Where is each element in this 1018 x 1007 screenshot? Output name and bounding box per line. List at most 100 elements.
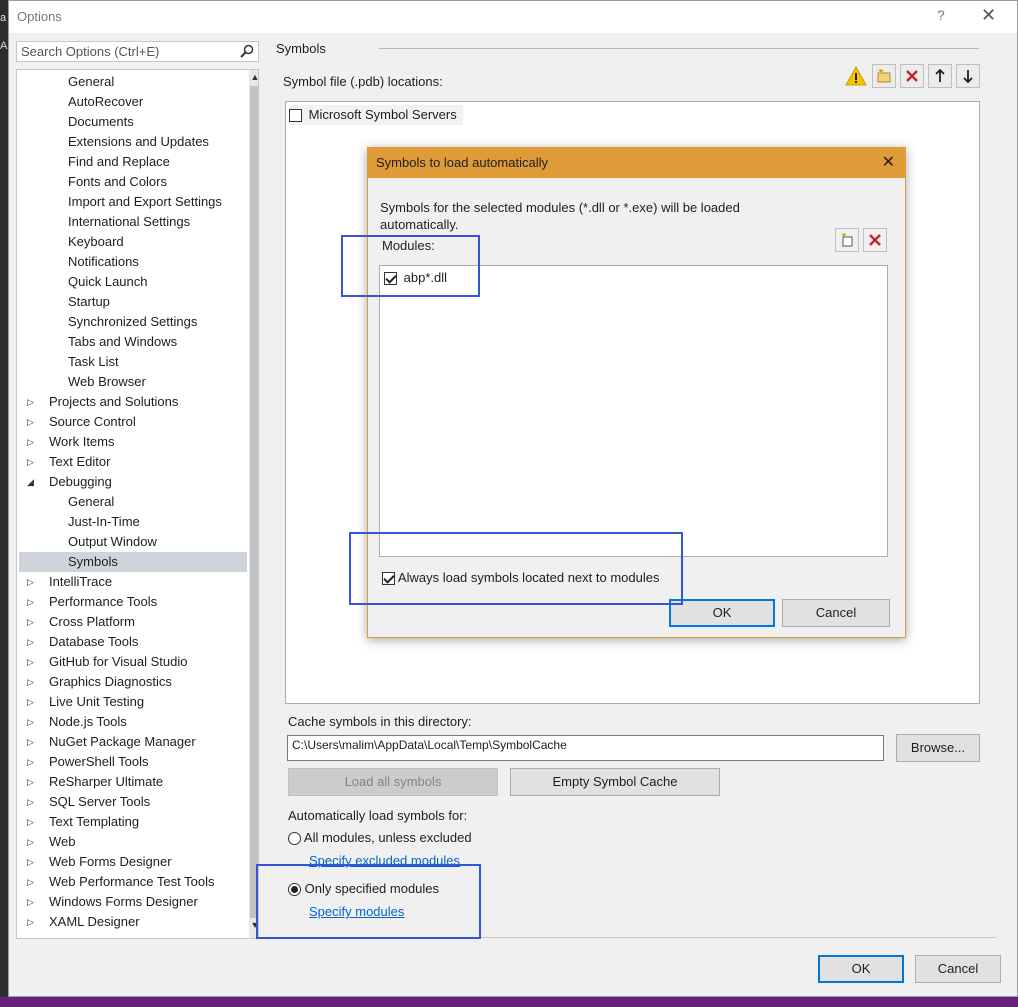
- tree-item[interactable]: Keyboard: [19, 232, 247, 252]
- empty-symbol-cache-button[interactable]: Empty Symbol Cache: [510, 768, 720, 796]
- cache-directory-input[interactable]: C:\Users\malim\AppData\Local\Temp\Symbol…: [287, 735, 884, 761]
- dialog-close-icon[interactable]: ✕: [882, 152, 895, 172]
- tree-item[interactable]: Fonts and Colors: [19, 172, 247, 192]
- ok-button[interactable]: OK: [818, 955, 904, 983]
- tree-item[interactable]: ▷ Performance Tools: [19, 592, 247, 612]
- radio-all-modules-button[interactable]: [288, 832, 301, 846]
- tree-scrollbar[interactable]: ▲ ▼: [249, 70, 258, 938]
- collapsed-arrow-icon[interactable]: ▷: [27, 452, 37, 472]
- tree-item[interactable]: ▷ Web Forms Designer: [19, 852, 247, 872]
- tree-item[interactable]: Notifications: [19, 252, 247, 272]
- tree-item[interactable]: Startup: [19, 292, 247, 312]
- options-tree[interactable]: ▷ XAML Designer ▷ Windows Forms Designer ▷ We…: [16, 69, 259, 939]
- tree-item[interactable]: Output Window: [19, 532, 247, 552]
- tree-item[interactable]: Just-In-Time: [19, 512, 247, 532]
- always-load-option[interactable]: Always load symbols located next to modu…: [382, 570, 659, 586]
- scroll-down-arrow-icon[interactable]: ▼: [249, 920, 258, 936]
- close-button[interactable]: ✕: [981, 5, 996, 26]
- add-module-button[interactable]: [835, 228, 859, 252]
- tree-item[interactable]: ▷ GitHub for Visual Studio: [19, 652, 247, 672]
- tree-item[interactable]: Documents: [19, 112, 247, 132]
- cancel-button[interactable]: Cancel: [915, 955, 1001, 983]
- scrollbar-thumb[interactable]: [250, 86, 258, 918]
- collapsed-arrow-icon[interactable]: ▷: [27, 632, 37, 652]
- collapsed-arrow-icon[interactable]: ▷: [27, 712, 37, 732]
- module-item[interactable]: abp*.dll: [384, 269, 447, 287]
- tree-item[interactable]: ▷ Database Tools: [19, 632, 247, 652]
- tree-item[interactable]: ▷ Windows Forms Designer: [19, 892, 247, 912]
- tree-item[interactable]: ▷ NuGet Package Manager: [19, 732, 247, 752]
- tree-item[interactable]: ▷ Web: [19, 832, 247, 852]
- tree-item[interactable]: Import and Export Settings: [19, 192, 247, 212]
- collapsed-arrow-icon[interactable]: ▷: [27, 912, 37, 932]
- collapsed-arrow-icon[interactable]: ▷: [27, 592, 37, 612]
- tree-item[interactable]: AutoRecover: [19, 92, 247, 112]
- tree-item[interactable]: ▷ Work Items: [19, 432, 247, 452]
- collapsed-arrow-icon[interactable]: ▷: [27, 572, 37, 592]
- tree-item[interactable]: Synchronized Settings: [19, 312, 247, 332]
- collapsed-arrow-icon[interactable]: ▷: [27, 812, 37, 832]
- tree-item[interactable]: ◢ Debugging: [19, 472, 247, 492]
- tree-item[interactable]: ▷ Text Templating: [19, 812, 247, 832]
- tree-item[interactable]: International Settings: [19, 212, 247, 232]
- dialog-ok-button[interactable]: OK: [669, 599, 775, 627]
- modules-list[interactable]: abp*.dll: [379, 265, 888, 557]
- tree-item[interactable]: ▷ XAML Designer: [19, 912, 247, 932]
- tree-item[interactable]: ▷ IntelliTrace: [19, 572, 247, 592]
- tree-item[interactable]: Tabs and Windows: [19, 332, 247, 352]
- collapsed-arrow-icon[interactable]: ▷: [27, 392, 37, 412]
- tree-item[interactable]: Web Browser: [19, 372, 247, 392]
- tree-item[interactable]: ▷ Projects and Solutions: [19, 392, 247, 412]
- specify-excluded-modules-link[interactable]: Specify excluded modules: [309, 853, 460, 868]
- tree-item[interactable]: General: [19, 72, 247, 92]
- tree-item[interactable]: General: [19, 492, 247, 512]
- radio-only-specified[interactable]: Only specified modules: [288, 881, 439, 897]
- collapsed-arrow-icon[interactable]: ▷: [27, 872, 37, 892]
- collapsed-arrow-icon[interactable]: ▷: [27, 672, 37, 692]
- tree-item[interactable]: ▷ Source Control: [19, 412, 247, 432]
- tree-item[interactable]: Quick Launch: [19, 272, 247, 292]
- search-box[interactable]: Search Options (Ctrl+E): [16, 41, 259, 62]
- search-input[interactable]: Search Options (Ctrl+E): [21, 44, 159, 59]
- collapsed-arrow-icon[interactable]: ▷: [27, 792, 37, 812]
- collapsed-arrow-icon[interactable]: ▷: [27, 892, 37, 912]
- radio-only-specified-button[interactable]: [288, 883, 301, 897]
- tree-item[interactable]: ▷ Text Editor: [19, 452, 247, 472]
- search-icon[interactable]: [240, 44, 254, 58]
- tree-item[interactable]: ▷ Node.js Tools: [19, 712, 247, 732]
- expanded-arrow-icon[interactable]: ◢: [27, 472, 37, 492]
- collapsed-arrow-icon[interactable]: ▷: [27, 432, 37, 452]
- collapsed-arrow-icon[interactable]: ▷: [27, 652, 37, 672]
- collapsed-arrow-icon[interactable]: ▷: [27, 612, 37, 632]
- tree-item[interactable]: ▷ Web Performance Test Tools: [19, 872, 247, 892]
- always-load-checkbox[interactable]: [382, 572, 395, 586]
- collapsed-arrow-icon[interactable]: ▷: [27, 412, 37, 432]
- collapsed-arrow-icon[interactable]: ▷: [27, 752, 37, 772]
- collapsed-arrow-icon[interactable]: ▷: [27, 772, 37, 792]
- tree-item[interactable]: ▷ Graphics Diagnostics: [19, 672, 247, 692]
- browse-button[interactable]: Browse...: [896, 734, 980, 762]
- tree-item[interactable]: Task List: [19, 352, 247, 372]
- tree-item[interactable]: ▷ Live Unit Testing: [19, 692, 247, 712]
- move-up-button[interactable]: [928, 64, 952, 88]
- remove-module-button[interactable]: [863, 228, 887, 252]
- module-checkbox[interactable]: [384, 272, 397, 286]
- tree-item[interactable]: ▷ Cross Platform: [19, 612, 247, 632]
- location-checkbox[interactable]: [289, 109, 302, 123]
- collapsed-arrow-icon[interactable]: ▷: [27, 692, 37, 712]
- collapsed-arrow-icon[interactable]: ▷: [27, 852, 37, 872]
- dialog-cancel-button[interactable]: Cancel: [782, 599, 890, 627]
- add-location-button[interactable]: [872, 64, 896, 88]
- tree-item[interactable]: ▷ SQL Server Tools: [19, 792, 247, 812]
- tree-item[interactable]: Extensions and Updates: [19, 132, 247, 152]
- help-button[interactable]: ?: [937, 7, 945, 23]
- collapsed-arrow-icon[interactable]: ▷: [27, 832, 37, 852]
- tree-item[interactable]: Find and Replace: [19, 152, 247, 172]
- specify-modules-link[interactable]: Specify modules: [309, 904, 404, 919]
- tree-item[interactable]: ▷ ReSharper Ultimate: [19, 772, 247, 792]
- radio-all-modules[interactable]: All modules, unless excluded: [288, 830, 472, 846]
- tree-item[interactable]: ▷ PowerShell Tools: [19, 752, 247, 772]
- collapsed-arrow-icon[interactable]: ▷: [27, 732, 37, 752]
- move-down-button[interactable]: [956, 64, 980, 88]
- remove-location-button[interactable]: [900, 64, 924, 88]
